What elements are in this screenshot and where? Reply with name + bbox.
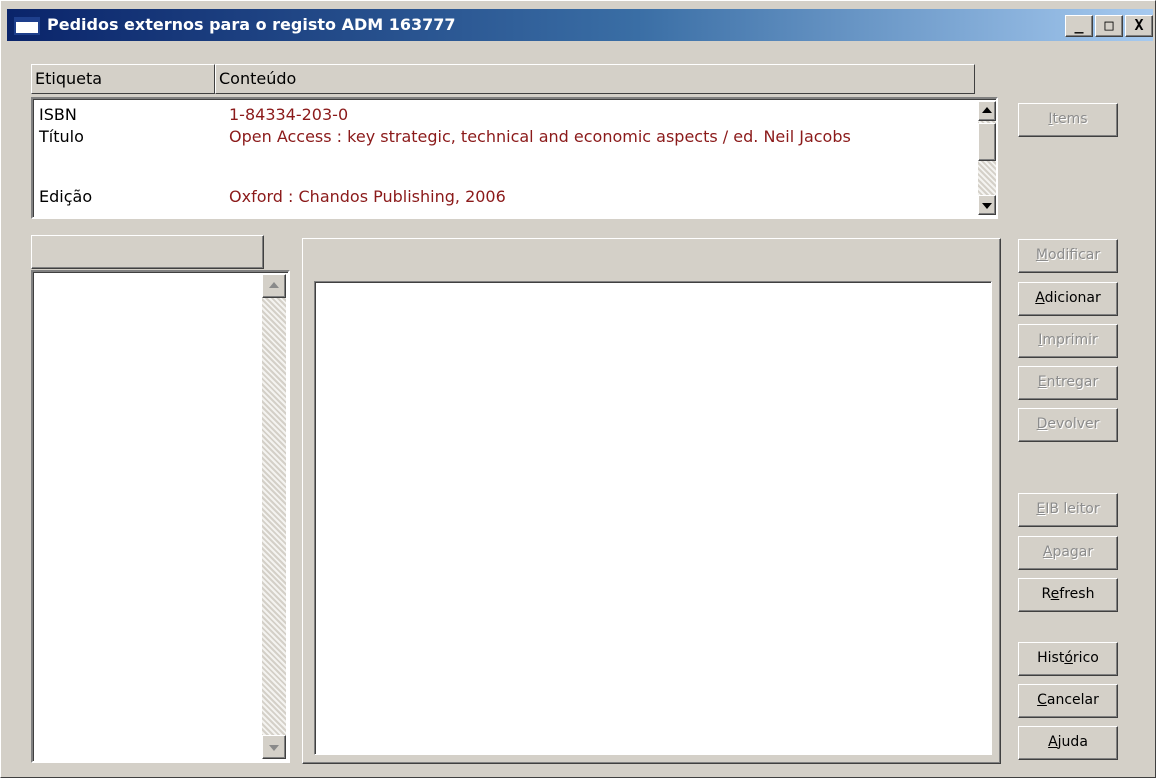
button-label-part: dicionar	[1044, 290, 1101, 306]
historico-button[interactable]: Histórico	[1018, 642, 1118, 676]
button-label-part: e	[1050, 586, 1060, 602]
adicionar-button[interactable]: Adicionar	[1018, 282, 1118, 316]
scroll-up-arrow[interactable]	[262, 274, 286, 298]
ajuda-button[interactable]: Ajuda	[1018, 726, 1118, 760]
button-label-part: M	[1035, 247, 1048, 263]
minimize-button[interactable]: _	[1065, 15, 1093, 37]
scroll-down-arrow[interactable]	[978, 195, 996, 215]
items-button[interactable]: Items	[1018, 103, 1118, 137]
button-label-part: ancelar	[1046, 692, 1099, 708]
entregar-button[interactable]: Entregar	[1018, 366, 1118, 400]
button-label-part: mprimir	[1042, 332, 1098, 348]
row-label: Título	[39, 127, 84, 146]
record-table-header: Etiqueta Conteúdo	[31, 64, 975, 94]
imprimir-button[interactable]: Imprimir	[1018, 324, 1118, 358]
chevron-up-icon	[982, 107, 992, 113]
apagar-button[interactable]: Apagar	[1018, 536, 1118, 570]
scroll-down-arrow[interactable]	[262, 735, 286, 759]
button-label-part: A	[1042, 544, 1053, 560]
button-label-part: pagar	[1052, 544, 1094, 560]
button-label-part: A	[1048, 734, 1058, 750]
button-label-part: R	[1041, 586, 1051, 602]
eib-leitor-button[interactable]: EIB leitor	[1018, 493, 1118, 527]
detail-content-area[interactable]	[314, 281, 992, 755]
row-value: 1-84334-203-0	[229, 105, 349, 124]
left-list[interactable]	[31, 270, 290, 763]
devolver-button[interactable]: Devolver	[1018, 408, 1118, 442]
row-label: ISBN	[39, 105, 77, 124]
scroll-thumb[interactable]	[978, 123, 996, 161]
dialog-window: Pedidos externos para o registo ADM 1637…	[0, 0, 1156, 778]
maximize-button[interactable]: □	[1095, 15, 1123, 37]
chevron-up-icon	[269, 282, 279, 288]
chevron-down-icon	[982, 203, 992, 209]
column-header-conteudo[interactable]: Conteúdo	[215, 64, 975, 94]
record-table-scrollbar[interactable]	[978, 101, 996, 215]
chevron-down-icon	[269, 745, 279, 751]
record-table: ISBN 1-84334-203-0 Título Open Access : …	[31, 97, 998, 219]
left-list-header[interactable]	[31, 235, 264, 269]
button-label-part: C	[1037, 692, 1047, 708]
title-bar[interactable]: Pedidos externos para o registo ADM 1637…	[7, 9, 1153, 41]
button-label-part: ntregar	[1046, 374, 1099, 390]
button-label-part: E	[1036, 501, 1046, 517]
button-label-part: E	[1037, 374, 1047, 390]
column-header-etiqueta[interactable]: Etiqueta	[31, 64, 215, 94]
left-list-scrollbar[interactable]	[262, 274, 286, 759]
button-label-part: fresh	[1059, 586, 1095, 602]
button-label-part: juda	[1057, 734, 1088, 750]
scroll-up-arrow[interactable]	[978, 101, 996, 121]
button-label-part: IB leitor	[1045, 501, 1100, 517]
window-title: Pedidos externos para o registo ADM 1637…	[47, 15, 456, 34]
button-label-part: D	[1036, 416, 1048, 432]
row-value: Open Access : key strategic, technical a…	[229, 127, 851, 146]
button-label-part: ó	[1064, 650, 1073, 666]
button-label-part: A	[1035, 290, 1045, 306]
row-label: Edição	[39, 187, 93, 206]
button-label-part: evolver	[1047, 416, 1100, 432]
row-value: Oxford : Chandos Publishing, 2006	[229, 187, 506, 206]
button-label-part: odificar	[1047, 247, 1101, 263]
button-label-part: Hist	[1037, 650, 1065, 666]
refresh-button[interactable]: Refresh	[1018, 578, 1118, 612]
detail-panel	[302, 238, 1001, 764]
button-label-part: rico	[1072, 650, 1099, 666]
modificar-button[interactable]: Modificar	[1018, 239, 1118, 273]
window-icon	[14, 17, 40, 35]
close-button[interactable]: X	[1125, 15, 1153, 37]
button-label-part: tems	[1052, 111, 1088, 127]
cancelar-button[interactable]: Cancelar	[1018, 684, 1118, 718]
